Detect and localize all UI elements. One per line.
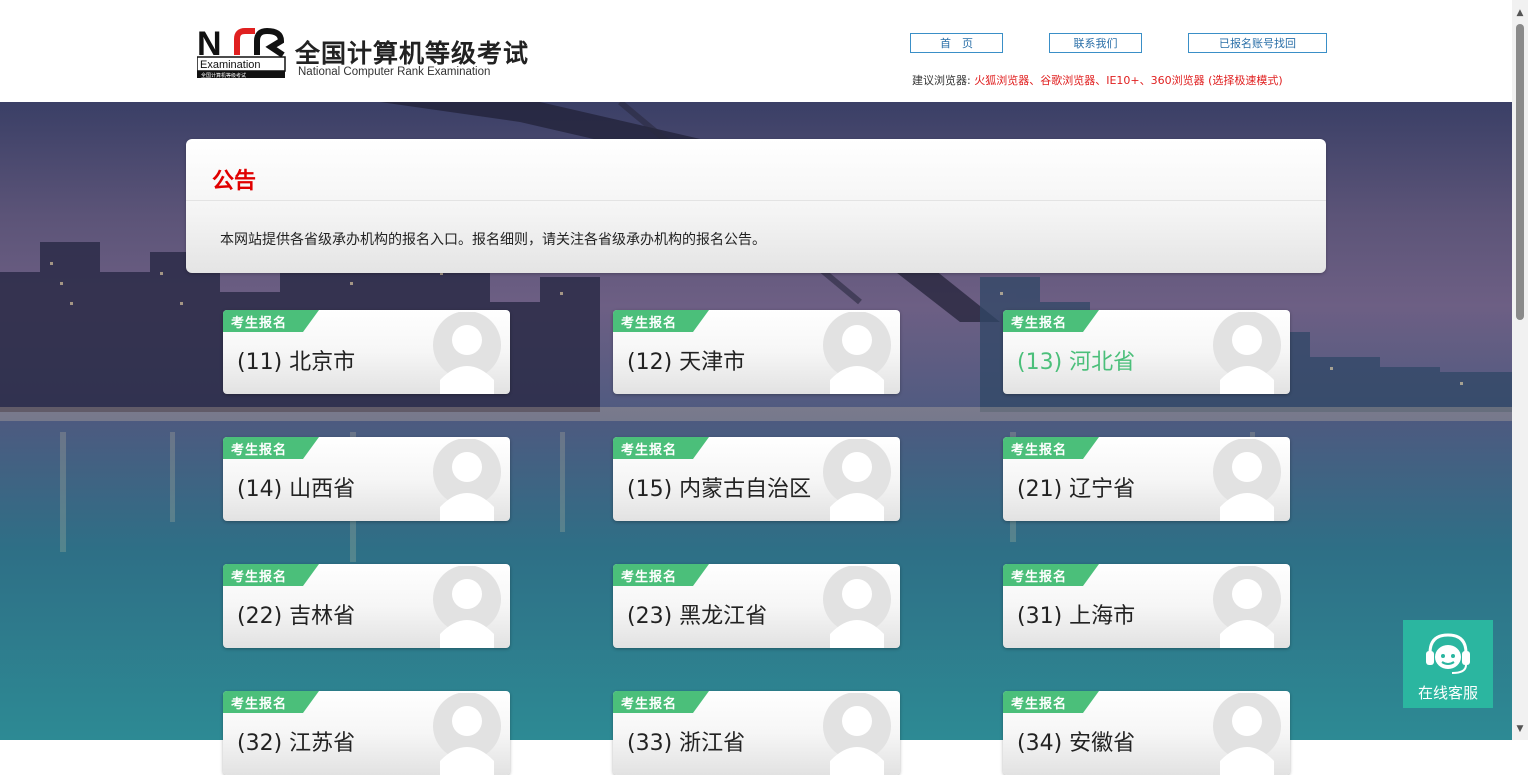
registration-tag-label: 考生报名: [231, 697, 288, 712]
province-name: (12) 天津市: [627, 350, 746, 375]
avatar-placeholder-icon: [433, 566, 501, 648]
avatar-placeholder-icon: [1213, 693, 1281, 775]
province-name: (15) 内蒙古自治区: [627, 477, 812, 502]
registration-tag-label: 考生报名: [231, 570, 288, 585]
province-name: (13) 河北省: [1017, 350, 1136, 375]
registration-tag-label: 考生报名: [1011, 697, 1068, 712]
province-card[interactable]: 考生报名 (33) 浙江省: [613, 691, 900, 775]
announcement-panel: 公告 本网站提供各省级承办机构的报名入口。报名细则，请关注各省级承办机构的报名公…: [186, 139, 1326, 273]
province-card[interactable]: 考生报名 (32) 江苏省: [223, 691, 510, 775]
province-name: (22) 吉林省: [237, 604, 356, 629]
svg-text:Examination: Examination: [200, 59, 261, 71]
province-card[interactable]: 考生报名 (11) 北京市: [223, 310, 510, 394]
province-card[interactable]: 考生报名 (15) 内蒙古自治区: [613, 437, 900, 521]
scroll-thumb[interactable]: [1516, 24, 1524, 320]
browser-recommendation: 建议浏览器: 火狐浏览器、谷歌浏览器、IE10+、360浏览器 (选择极速模式): [912, 72, 1283, 88]
site-title: 全国计算机等级考试: [295, 39, 530, 68]
site-subtitle: National Computer Rank Examination: [298, 66, 491, 78]
registration-tag-label: 考生报名: [621, 316, 678, 331]
ncre-logo-icon[interactable]: N Examination 全国计算机等级考试: [197, 27, 287, 79]
province-card[interactable]: 考生报名 (34) 安徽省: [1003, 691, 1290, 775]
province-name: (33) 浙江省: [627, 731, 746, 756]
province-card[interactable]: 考生报名 (14) 山西省: [223, 437, 510, 521]
browser-tip-list: 火狐浏览器、谷歌浏览器、IE10+、360浏览器 (选择极速模式): [974, 74, 1283, 87]
province-card[interactable]: 考生报名 (21) 辽宁省: [1003, 437, 1290, 521]
registration-tag-label: 考生报名: [1011, 316, 1068, 331]
contact-button[interactable]: 联系我们: [1049, 33, 1142, 53]
province-card[interactable]: 考生报名 (23) 黑龙江省: [613, 564, 900, 648]
announcement-title: 公告: [212, 169, 257, 194]
announcement-divider: [186, 200, 1326, 201]
province-name: (34) 安徽省: [1017, 731, 1136, 756]
registration-tag-label: 考生报名: [621, 443, 678, 458]
avatar-placeholder-icon: [1213, 312, 1281, 394]
customer-service-icon: [1426, 633, 1470, 674]
registration-tag-label: 考生报名: [231, 316, 288, 331]
province-card[interactable]: 考生报名 (13) 河北省: [1003, 310, 1290, 394]
site-header: N Examination 全国计算机等级考试 全国计算机等级考试 Nation…: [0, 0, 1512, 103]
registration-tag-label: 考生报名: [1011, 443, 1068, 458]
province-name: (21) 辽宁省: [1017, 477, 1136, 502]
svg-text:全国计算机等级考试: 全国计算机等级考试: [201, 72, 246, 79]
province-name: (23) 黑龙江省: [627, 604, 768, 629]
avatar-placeholder-icon: [823, 312, 891, 394]
province-name: (32) 江苏省: [237, 731, 356, 756]
registration-tag-label: 考生报名: [621, 570, 678, 585]
home-button[interactable]: 首 页: [910, 33, 1003, 53]
online-service-button[interactable]: 在线客服: [1403, 620, 1493, 708]
scroll-up-icon[interactable]: ▲: [1515, 8, 1525, 18]
page-scrollbar[interactable]: ▲ ▼: [1512, 0, 1528, 740]
avatar-placeholder-icon: [1213, 439, 1281, 521]
province-name: (14) 山西省: [237, 477, 356, 502]
avatar-placeholder-icon: [433, 312, 501, 394]
province-card[interactable]: 考生报名 (31) 上海市: [1003, 564, 1290, 648]
avatar-placeholder-icon: [433, 439, 501, 521]
recover-account-button[interactable]: 已报名账号找回: [1188, 33, 1327, 53]
province-name: (11) 北京市: [237, 350, 356, 375]
registration-tag-label: 考生报名: [231, 443, 288, 458]
avatar-placeholder-icon: [823, 566, 891, 648]
announcement-text: 本网站提供各省级承办机构的报名入口。报名细则，请关注各省级承办机构的报名公告。: [220, 232, 766, 248]
province-card[interactable]: 考生报名 (12) 天津市: [613, 310, 900, 394]
registration-tag-label: 考生报名: [1011, 570, 1068, 585]
browser-tip-prefix: 建议浏览器:: [912, 74, 971, 87]
avatar-placeholder-icon: [1213, 566, 1281, 648]
avatar-placeholder-icon: [823, 693, 891, 775]
province-card[interactable]: 考生报名 (22) 吉林省: [223, 564, 510, 648]
avatar-placeholder-icon: [823, 439, 891, 521]
online-service-label: 在线客服: [1417, 684, 1478, 702]
province-name: (31) 上海市: [1017, 604, 1136, 629]
scroll-down-icon[interactable]: ▼: [1515, 724, 1525, 734]
registration-tag-label: 考生报名: [621, 697, 678, 712]
avatar-placeholder-icon: [433, 693, 501, 775]
